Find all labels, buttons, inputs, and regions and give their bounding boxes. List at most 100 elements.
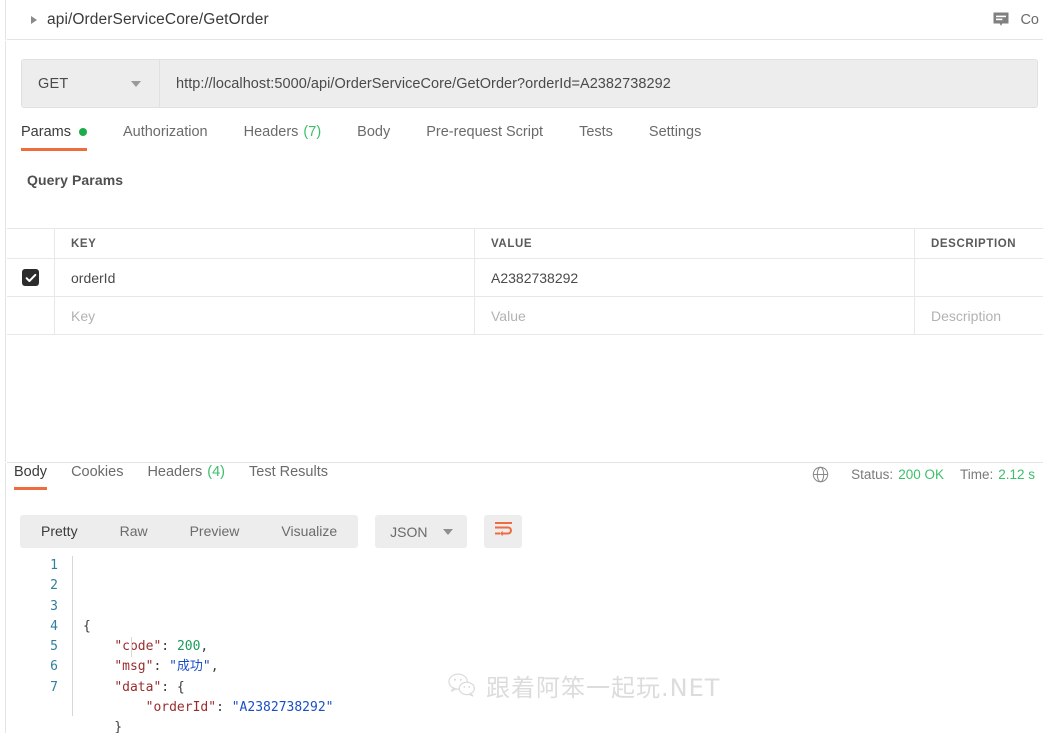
code-token: :: [153, 659, 170, 675]
tab-settings[interactable]: Settings: [649, 124, 701, 151]
postman-request-window: api/OrderServiceCore/GetOrder Co GET htt…: [0, 0, 1043, 733]
left-edge-strip-bottom: [0, 463, 6, 733]
view-mode-visualize[interactable]: Visualize: [260, 515, 358, 548]
response-language-select[interactable]: JSON: [375, 515, 468, 548]
tab-headers-label: Headers: [243, 124, 299, 140]
request-tab-bar: Params Authorization Headers (7) Body Pr…: [21, 124, 1038, 158]
http-method-label: GET: [38, 75, 69, 92]
chevron-down-icon: [131, 80, 141, 87]
code-line: "orderId": "A2382738292": [83, 698, 1020, 718]
table-row: orderId A2382738292: [7, 259, 1043, 297]
response-tab-body-label: Body: [14, 464, 48, 480]
view-mode-raw[interactable]: Raw: [99, 515, 169, 548]
comments-button[interactable]: Co: [991, 0, 1043, 40]
response-view-mode-group: Pretty Raw Preview Visualize: [20, 515, 359, 548]
http-method-select[interactable]: GET: [22, 60, 160, 107]
line-number: 1: [50, 558, 58, 573]
code-token: {: [83, 618, 91, 634]
left-edge-strip-middle: [0, 41, 6, 462]
request-header-bar: api/OrderServiceCore/GetOrder Co: [7, 0, 1043, 40]
table-header-row: KEY VALUE DESCRIPTION: [7, 229, 1043, 259]
code-line: }: [83, 718, 1020, 733]
line-number: 5: [50, 639, 58, 655]
response-tab-body[interactable]: Body: [14, 464, 48, 490]
new-param-description-input[interactable]: Description: [915, 297, 1043, 334]
row-checkbox-cell[interactable]: [7, 259, 55, 296]
tab-params[interactable]: Params: [21, 124, 87, 151]
code-token: "data": [114, 679, 162, 695]
line-number: 6: [50, 659, 58, 675]
header-cell-description: DESCRIPTION: [931, 237, 1017, 250]
tab-headers[interactable]: Headers (7): [244, 124, 322, 151]
tab-tests-label: Tests: [579, 124, 613, 140]
new-param-value-input[interactable]: Value: [475, 297, 915, 334]
table-row-new: Key Value Description: [7, 297, 1043, 335]
response-tab-test-results[interactable]: Test Results: [249, 464, 328, 490]
code-token: "msg": [114, 659, 154, 675]
word-wrap-button[interactable]: [484, 515, 523, 548]
query-params-table: KEY VALUE DESCRIPTION orderId A238273829…: [7, 228, 1043, 335]
new-row-checkbox-cell: [7, 297, 55, 334]
code-line: "data": {: [83, 678, 1020, 698]
tab-authorization[interactable]: Authorization: [123, 124, 208, 151]
view-mode-preview[interactable]: Preview: [169, 515, 261, 548]
code-token: ,: [200, 639, 209, 655]
response-pane-divider[interactable]: [7, 462, 1043, 463]
tab-headers-count: (7): [303, 124, 322, 140]
request-url-input[interactable]: http://localhost:5000/api/OrderServiceCo…: [160, 60, 1037, 107]
response-tab-test-results-label: Test Results: [249, 464, 328, 480]
code-line: "code": 200,: [83, 637, 1020, 657]
tab-pre-request-script-label: Pre-request Script: [426, 124, 544, 140]
globe-icon: [812, 466, 851, 483]
line-number: 7: [50, 679, 58, 695]
code-token: :: [216, 700, 232, 716]
word-wrap-icon: [494, 521, 513, 542]
response-tab-headers[interactable]: Headers (4): [147, 464, 225, 490]
code-token: :: [161, 639, 177, 655]
response-body-toolbar: Pretty Raw Preview Visualize JSON: [20, 515, 523, 548]
code-token: "code": [114, 639, 162, 655]
view-mode-pretty[interactable]: Pretty: [20, 515, 99, 548]
tab-body-label: Body: [357, 124, 391, 140]
comments-label: Co: [1020, 12, 1039, 28]
tab-pre-request-script[interactable]: Pre-request Script: [426, 124, 543, 151]
line-number: 4: [50, 618, 58, 634]
tab-tests[interactable]: Tests: [579, 124, 613, 151]
time-label: Time:: [959, 467, 994, 482]
triangle-right-icon[interactable]: [31, 15, 37, 24]
params-modified-dot-icon: [78, 128, 87, 136]
response-tab-bar: Body Cookies Headers (4) Test Results: [14, 464, 352, 497]
new-param-key-input[interactable]: Key: [55, 297, 475, 334]
tab-settings-label: Settings: [648, 124, 702, 140]
header-cell-key: KEY: [55, 229, 475, 258]
code-token: }: [83, 720, 123, 733]
code-line: {: [83, 617, 1020, 637]
param-key-input[interactable]: orderId: [55, 259, 475, 296]
param-description-input[interactable]: [915, 259, 1043, 296]
response-tab-headers-label: Headers: [147, 464, 203, 480]
param-enabled-checkbox[interactable]: [22, 269, 39, 286]
response-tab-cookies[interactable]: Cookies: [71, 464, 123, 490]
response-tab-headers-count: (4): [207, 464, 225, 480]
request-title: api/OrderServiceCore/GetOrder: [47, 10, 269, 28]
code-token: "A2382738292": [231, 700, 334, 716]
tab-body[interactable]: Body: [357, 124, 390, 151]
response-status-bar: Status: 200 OK Time: 2.12 s: [812, 466, 1035, 483]
status-label: Status:: [851, 467, 894, 482]
code-token: ,: [210, 659, 219, 675]
code-line: "msg": "成功",: [83, 657, 1020, 677]
param-value-input[interactable]: A2382738292: [475, 259, 915, 296]
response-body-code-viewer[interactable]: 1 2 3 4 5 6 7 { "code": 200, "msg": "成功"…: [20, 556, 1020, 733]
left-edge-strip-top: [0, 0, 6, 40]
indent-guide: [131, 637, 132, 657]
header-cell-checkbox: [7, 229, 55, 258]
response-language-label: JSON: [390, 523, 428, 540]
json-code-content[interactable]: { "code": 200, "msg": "成功", "data": { "o…: [72, 556, 1020, 733]
line-number: 3: [50, 598, 58, 614]
time-value: 2.12 s: [998, 467, 1035, 482]
url-bar: GET http://localhost:5000/api/OrderServi…: [21, 59, 1038, 108]
header-cell-value: VALUE: [475, 229, 915, 258]
